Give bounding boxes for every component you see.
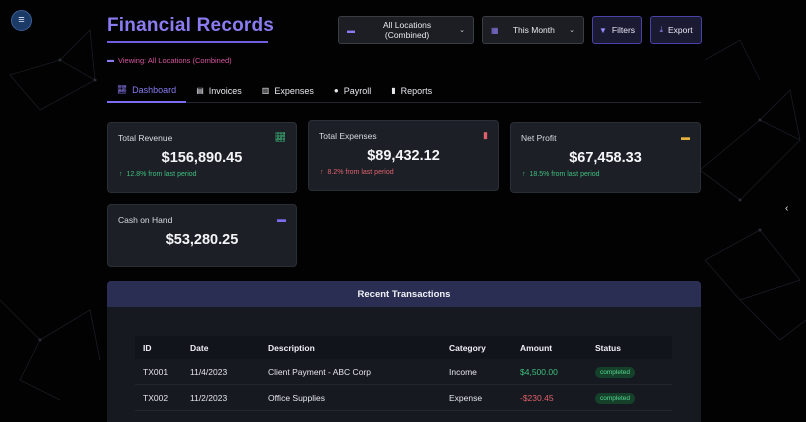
tab-bar: 📈︎ Dashboard ▤ Invoices ▥ Expenses ● Pay… (107, 82, 701, 103)
tab-payroll[interactable]: ● Payroll (324, 82, 381, 103)
tab-label: Reports (400, 85, 433, 96)
column-header: ID (143, 342, 152, 353)
chevron-down-icon: ⌄ (459, 27, 465, 34)
location-select[interactable]: ▬ All Locations (Combined) ⌄ (338, 16, 474, 44)
tab-invoices[interactable]: ▤ Invoices (186, 82, 252, 103)
card-change: ↑ 18.5% from last period (522, 171, 600, 178)
store-icon: ▬ (347, 25, 355, 35)
filters-button[interactable]: ▼ Filters (592, 16, 642, 44)
total-expenses-card: Total Expenses ▮ $89,432.12 ↑ 8.2% from … (308, 120, 499, 191)
page-title: Financial Records (107, 15, 275, 36)
bar-chart-icon: ▮ (391, 86, 396, 95)
tab-label: Payroll (343, 85, 372, 96)
cell-status: completed (595, 392, 672, 404)
card-label: Net Profit (521, 133, 557, 143)
tab-label: Dashboard (132, 84, 177, 95)
status-badge: completed (595, 392, 635, 404)
cell-id: TX001 (143, 366, 169, 377)
column-header: Status (595, 342, 621, 353)
status-badge: completed (595, 366, 635, 378)
export-button[interactable]: ⤓ Export (650, 16, 702, 44)
column-header: Date (190, 342, 209, 353)
tab-label: Expenses (274, 85, 314, 96)
cell-id: TX002 (143, 392, 169, 403)
arrow-up-icon: ↑ (522, 171, 526, 178)
money-icon: ▬ (681, 132, 690, 142)
tab-reports[interactable]: ▮ Reports (381, 82, 442, 103)
card-label: Total Revenue (118, 133, 173, 143)
filters-label: Filters (611, 25, 636, 35)
toolbar: ▬ All Locations (Combined) ⌄ ▦ This Mont… (338, 16, 702, 44)
tab-dashboard[interactable]: 📈︎ Dashboard (107, 82, 187, 103)
column-header: Description (268, 342, 315, 353)
receipt-icon: ▥ (261, 86, 270, 95)
store-icon: ▬ (107, 57, 114, 64)
arrow-up-icon: ↑ (320, 169, 324, 176)
column-header: Amount (520, 342, 553, 353)
trend-up-icon: 📈︎ (274, 132, 286, 142)
card-change: ↑ 8.2% from last period (320, 169, 394, 176)
arrow-up-icon: ↑ (119, 171, 123, 178)
cell-description: Office Supplies (268, 392, 326, 403)
download-icon: ⤓ (659, 25, 663, 34)
cash-icon: ▬ (277, 214, 286, 224)
cell-amount: -$230.45 (520, 392, 554, 403)
panel-title: Recent Transactions (107, 281, 701, 307)
viewing-text: Viewing: All Locations (Combined) (118, 56, 232, 65)
card-value: $156,890.45 (161, 150, 243, 166)
cell-status: completed (595, 366, 672, 378)
title-underline (107, 41, 268, 43)
chart-icon: 📈︎ (117, 85, 128, 94)
tab-expenses[interactable]: ▥ Expenses (252, 82, 324, 103)
cell-amount: $4,500.00 (520, 366, 558, 377)
net-profit-card: Net Profit ▬ $67,458.33 ↑ 18.5% from las… (510, 122, 701, 193)
recent-transactions-panel: Recent Transactions ID Date Description … (107, 281, 701, 422)
cell-description: Client Payment - ABC Corp (268, 366, 371, 377)
receipt-icon: ▮ (483, 130, 488, 140)
card-change: ↑ 12.8% from last period (119, 171, 197, 178)
location-select-value: All Locations (Combined) (382, 20, 432, 40)
card-value: $53,280.25 (165, 232, 239, 248)
cell-date: 11/4/2023 (190, 366, 228, 377)
period-select-value: This Month (512, 25, 555, 35)
period-select[interactable]: ▦ This Month ⌄ (482, 16, 584, 44)
total-revenue-card: Total Revenue 📈︎ $156,890.45 ↑ 12.8% fro… (107, 122, 297, 193)
table-row[interactable]: TX002 11/2/2023 Office Supplies Expense … (135, 385, 672, 411)
chevron-down-icon: ⌄ (569, 27, 575, 34)
table-header-row: ID Date Description Category Amount Stat… (135, 336, 672, 359)
invoice-icon: ▤ (196, 86, 204, 95)
hamburger-icon: ≡ (18, 14, 25, 26)
cell-category: Income (449, 366, 477, 377)
cell-date: 11/2/2023 (190, 392, 228, 403)
cell-category: Expense (449, 392, 483, 403)
transactions-table: ID Date Description Category Amount Stat… (135, 336, 672, 411)
card-label: Total Expenses (319, 131, 377, 141)
chevron-left-icon[interactable]: ‹ (785, 203, 788, 214)
card-value: $89,432.12 (367, 148, 440, 164)
tab-label: Invoices (208, 85, 242, 96)
viewing-indicator: ▬ Viewing: All Locations (Combined) (107, 56, 232, 65)
user-icon: ● (333, 86, 339, 95)
card-label: Cash on Hand (118, 215, 173, 225)
menu-toggle-button[interactable]: ≡ (11, 10, 32, 31)
export-label: Export (667, 25, 693, 35)
column-header: Category (449, 342, 486, 353)
cash-on-hand-card: Cash on Hand ▬ $53,280.25 (107, 204, 297, 267)
filter-icon: ▼ (598, 25, 607, 35)
card-value: $67,458.33 (569, 150, 642, 166)
table-row[interactable]: TX001 11/4/2023 Client Payment - ABC Cor… (135, 359, 672, 385)
calendar-icon: ▦ (491, 25, 499, 35)
